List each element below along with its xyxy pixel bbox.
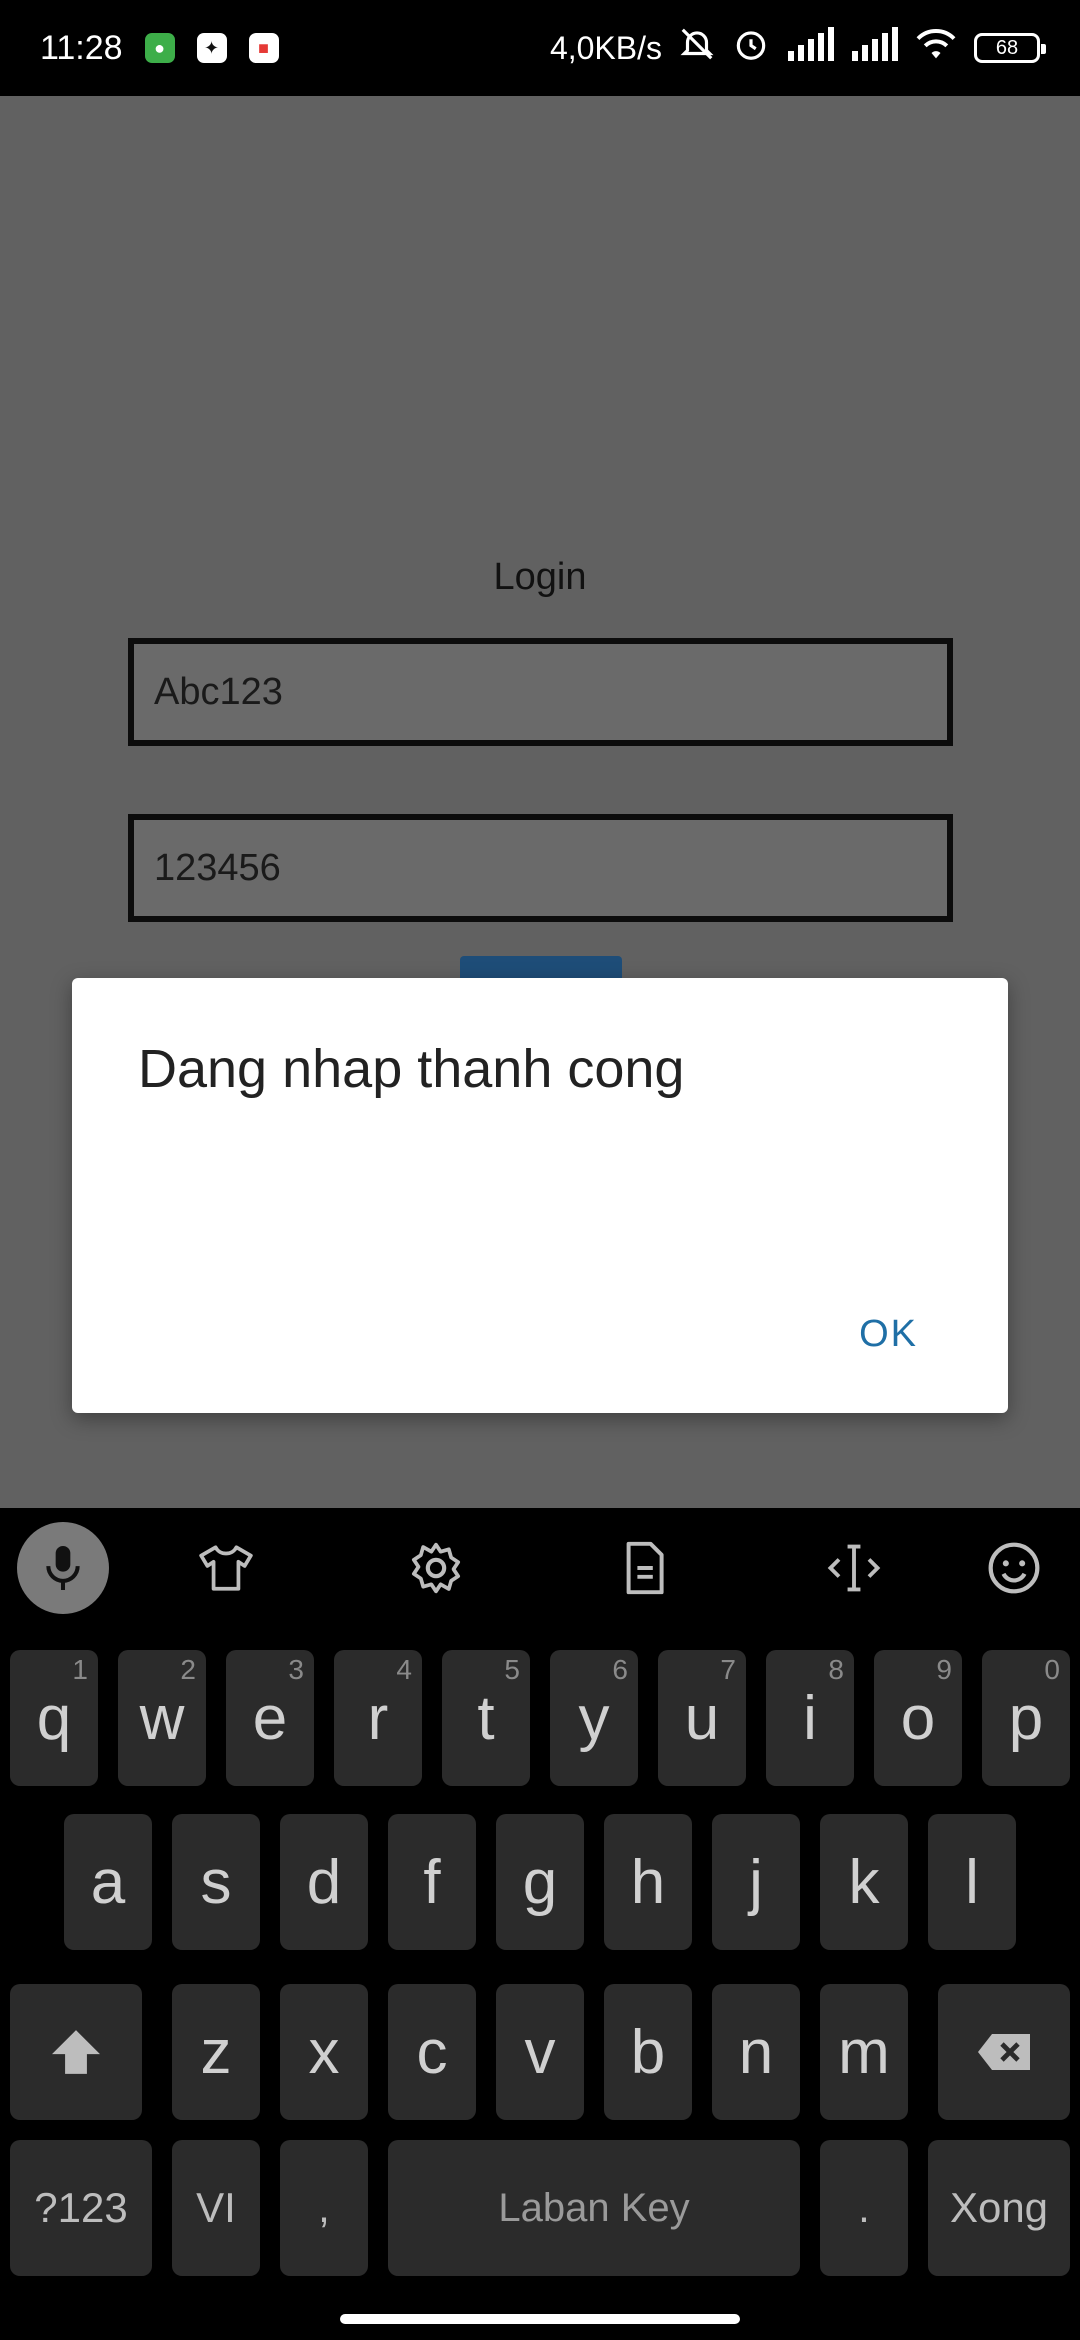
password-field[interactable]: 123456 bbox=[128, 814, 953, 922]
done-key[interactable]: Xong bbox=[928, 2140, 1070, 2276]
ok-button[interactable]: OK bbox=[859, 1313, 918, 1356]
language-key[interactable]: VI bbox=[172, 2140, 260, 2276]
key-d[interactable]: d bbox=[280, 1814, 368, 1950]
signal-icon-2 bbox=[850, 27, 898, 69]
key-hint: 1 bbox=[72, 1654, 88, 1685]
runner-app-icon: ✦ bbox=[196, 33, 227, 63]
emoji-icon[interactable] bbox=[968, 1522, 1060, 1614]
network-speed: 4,0KB/s bbox=[549, 29, 662, 66]
backspace-key[interactable] bbox=[938, 1984, 1070, 2120]
key-v[interactable]: v bbox=[496, 1984, 584, 2120]
theme-shirt-icon[interactable] bbox=[180, 1522, 272, 1614]
key-hint: 9 bbox=[936, 1654, 952, 1685]
key-j[interactable]: j bbox=[712, 1814, 800, 1950]
key-n[interactable]: n bbox=[712, 1984, 800, 2120]
wifi-icon bbox=[914, 26, 958, 70]
key-label: i bbox=[803, 1683, 817, 1753]
password-value: 123456 bbox=[154, 846, 281, 889]
key-hint: 0 bbox=[1044, 1654, 1060, 1685]
microphone-icon[interactable] bbox=[17, 1522, 109, 1614]
key-hint: 2 bbox=[180, 1654, 196, 1685]
key-b[interactable]: b bbox=[604, 1984, 692, 2120]
key-label: o bbox=[900, 1683, 936, 1753]
key-label: t bbox=[477, 1683, 495, 1753]
key-label: w bbox=[139, 1683, 185, 1753]
alarm-icon bbox=[732, 25, 770, 71]
key-c[interactable]: c bbox=[388, 1984, 476, 2120]
key-hint: 8 bbox=[828, 1654, 844, 1685]
key-hint: 3 bbox=[288, 1654, 304, 1685]
key-label: q bbox=[36, 1683, 72, 1753]
status-time: 11:28 bbox=[40, 28, 123, 67]
key-x[interactable]: x bbox=[280, 1984, 368, 2120]
key-label: r bbox=[367, 1683, 389, 1753]
android-app-icon: ● bbox=[144, 33, 175, 63]
key-m[interactable]: m bbox=[820, 1984, 908, 2120]
username-value: Abc123 bbox=[154, 670, 283, 713]
key-i[interactable]: 8i bbox=[766, 1650, 854, 1786]
key-hint: 6 bbox=[612, 1654, 628, 1685]
login-title: Login bbox=[493, 556, 587, 598]
key-h[interactable]: h bbox=[604, 1814, 692, 1950]
key-hint: 5 bbox=[504, 1654, 520, 1685]
key-e[interactable]: 3e bbox=[226, 1650, 314, 1786]
key-label: u bbox=[684, 1683, 720, 1753]
key-l[interactable]: l bbox=[928, 1814, 1016, 1950]
key-label: e bbox=[252, 1683, 288, 1753]
shopping-app-icon: ■ bbox=[248, 33, 279, 63]
period-key[interactable]: . bbox=[820, 2140, 908, 2276]
status-bar: 11:28 ● ✦ ■ 4,0KB/s 68 bbox=[0, 0, 1080, 96]
key-o[interactable]: 9o bbox=[874, 1650, 962, 1786]
space-key[interactable]: Laban Key bbox=[388, 2140, 800, 2276]
key-r[interactable]: 4r bbox=[334, 1650, 422, 1786]
comma-key[interactable]: , bbox=[280, 2140, 368, 2276]
key-k[interactable]: k bbox=[820, 1814, 908, 1950]
settings-gear-icon[interactable] bbox=[390, 1522, 482, 1614]
keyboard-toolbar bbox=[0, 1508, 1080, 1628]
key-a[interactable]: a bbox=[64, 1814, 152, 1950]
dialog-message: Dang nhap thanh cong bbox=[138, 1039, 685, 1099]
username-field[interactable]: Abc123 bbox=[128, 638, 953, 746]
key-g[interactable]: g bbox=[496, 1814, 584, 1950]
symbols-key[interactable]: ?123 bbox=[10, 2140, 152, 2276]
home-indicator[interactable] bbox=[340, 2314, 740, 2324]
status-right: 4,0KB/s 68 bbox=[549, 25, 1046, 71]
key-hint: 4 bbox=[396, 1654, 412, 1685]
key-w[interactable]: 2w bbox=[118, 1650, 206, 1786]
clipboard-document-icon[interactable] bbox=[598, 1522, 690, 1614]
key-f[interactable]: f bbox=[388, 1814, 476, 1950]
battery-level: 68 bbox=[995, 36, 1019, 59]
key-s[interactable]: s bbox=[172, 1814, 260, 1950]
shift-key[interactable] bbox=[10, 1984, 142, 2120]
bell-muted-icon bbox=[678, 25, 716, 71]
key-y[interactable]: 6y bbox=[550, 1650, 638, 1786]
signal-icon-1 bbox=[786, 27, 834, 69]
key-p[interactable]: 0p bbox=[982, 1650, 1070, 1786]
battery-icon: 68 bbox=[974, 33, 1046, 63]
key-label: y bbox=[578, 1683, 610, 1753]
key-t[interactable]: 5t bbox=[442, 1650, 530, 1786]
key-z[interactable]: z bbox=[172, 1984, 260, 2120]
key-hint: 7 bbox=[720, 1654, 736, 1685]
key-label: p bbox=[1008, 1683, 1044, 1753]
cursor-move-icon[interactable] bbox=[808, 1522, 900, 1614]
key-q[interactable]: 1q bbox=[10, 1650, 98, 1786]
key-u[interactable]: 7u bbox=[658, 1650, 746, 1786]
keyboard: 1q2w3e4r5t6y7u8i9o0p asdfghjkl zxcvbnm ?… bbox=[0, 1508, 1080, 2340]
alert-dialog: Dang nhap thanh cong OK bbox=[72, 978, 1008, 1413]
screen: 11:28 ● ✦ ■ 4,0KB/s 68 Login Abc123 1234… bbox=[0, 0, 1080, 2340]
